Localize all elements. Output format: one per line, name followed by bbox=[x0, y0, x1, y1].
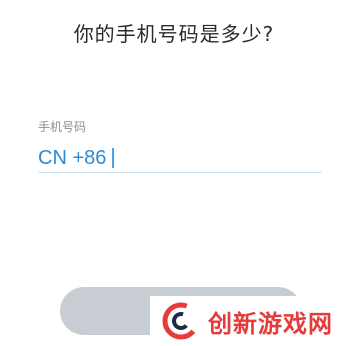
watermark: 创新游戏网 bbox=[150, 296, 348, 346]
phone-field[interactable]: CN +86 bbox=[38, 144, 322, 172]
phone-field-underline bbox=[38, 172, 322, 173]
text-caret bbox=[112, 148, 115, 168]
phone-field-label: 手机号码 bbox=[38, 120, 87, 134]
page-title: 你的手机号码是多少? bbox=[73, 22, 275, 46]
country-code-prefix[interactable]: CN +86 bbox=[38, 147, 106, 170]
watermark-text: 创新游戏网 bbox=[208, 309, 333, 338]
watermark-logo-icon bbox=[162, 302, 200, 340]
